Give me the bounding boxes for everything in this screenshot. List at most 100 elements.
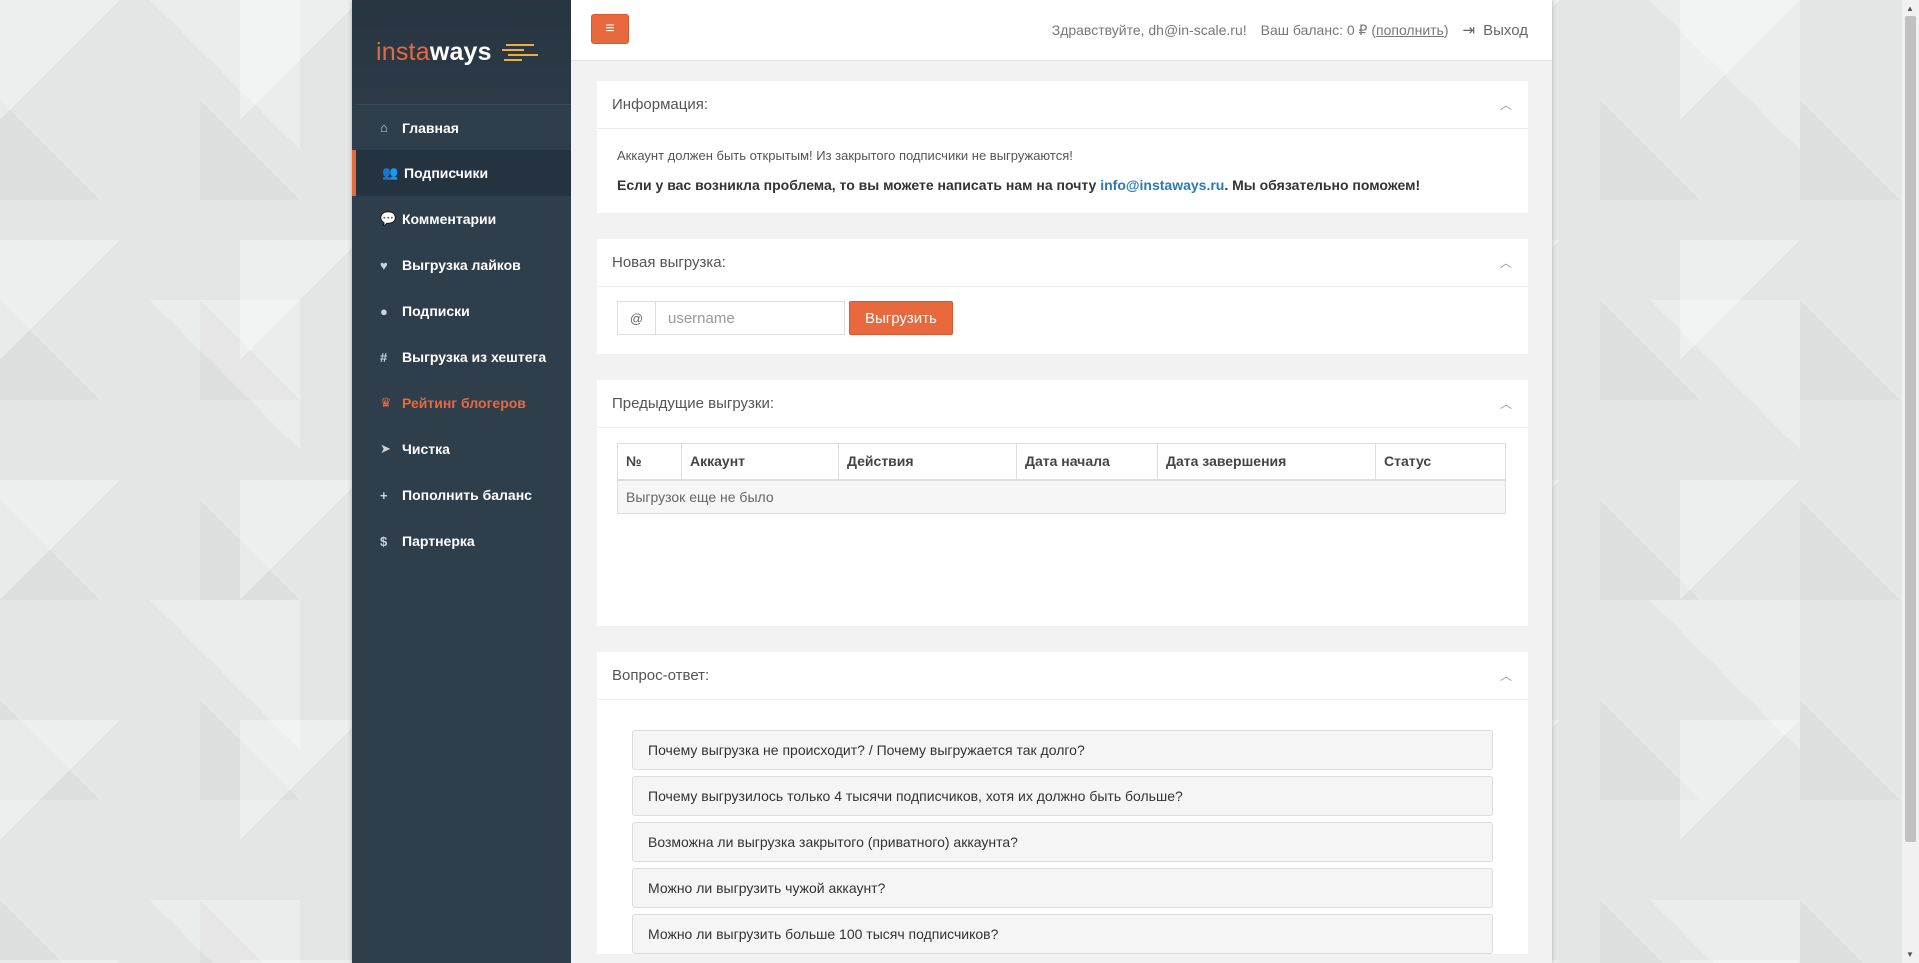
- sign-out-icon: ⇥: [1462, 22, 1476, 39]
- uploads-table: № Аккаунт Действия Дата начала Дата заве…: [617, 443, 1506, 514]
- chevron-up-icon[interactable]: ︿: [1500, 395, 1512, 412]
- sidebar-item-3[interactable]: 💬 Комментарии: [352, 196, 571, 242]
- faq-panel-title: Вопрос-ответ:: [612, 667, 710, 684]
- username-input-group: @: [617, 301, 845, 335]
- scroll-down-arrow-icon[interactable]: ▼: [1906, 950, 1914, 959]
- topup-link[interactable]: пополнить: [1376, 22, 1444, 38]
- heart-icon: ♥: [380, 257, 388, 273]
- info-panel-header[interactable]: Информация: ︿: [597, 81, 1528, 129]
- sidebar-item-6[interactable]: # Выгрузка из хештега: [352, 334, 571, 380]
- logout-label: Выход: [1483, 21, 1528, 39]
- comments-icon: 💬: [380, 211, 397, 226]
- new-upload-panel-header[interactable]: Новая выгрузка: ︿: [597, 239, 1528, 287]
- crown-icon: ♛: [380, 395, 392, 410]
- sidebar-item-label: Партнерка: [402, 533, 475, 549]
- top-header: ≡ Здравствуйте, dh@in-scale.ru! Ваш бала…: [571, 0, 1552, 61]
- sidebar-item-9[interactable]: + Пополнить баланс: [352, 472, 571, 518]
- chevron-up-icon[interactable]: ︿: [1500, 254, 1512, 271]
- info-line-contact: Если у вас возникла проблема, то вы може…: [617, 177, 1508, 193]
- sidebar-nav: ⌂ Главная 👥 Подписчики 💬 Комментарии ♥ Выгрузка…: [352, 104, 571, 564]
- logo-area: insta ways: [352, 0, 571, 104]
- sidebar-item-2[interactable]: 👥 Подписчики: [352, 150, 571, 196]
- chevron-up-icon[interactable]: ︿: [1500, 667, 1512, 684]
- previous-uploads-panel-body: № Аккаунт Действия Дата начала Дата заве…: [597, 428, 1528, 626]
- hashtag-icon: #: [380, 349, 388, 365]
- new-upload-panel-body: @ Выгрузить: [597, 287, 1528, 354]
- username-input[interactable]: [655, 301, 845, 335]
- at-sign-addon: @: [617, 301, 655, 335]
- home-icon: ⌂: [380, 120, 388, 135]
- info-panel-body: Аккаунт должен быть открытым! Из закрыто…: [597, 129, 1528, 213]
- column-header-number[interactable]: №: [617, 443, 682, 481]
- previous-uploads-panel-header[interactable]: Предыдущие выгрузки: ︿: [597, 380, 1528, 428]
- logo-ways-text: ways: [429, 37, 492, 66]
- app-window: insta ways ⌂ Главная 👥 Подписчики 💬 Комментари…: [352, 0, 1552, 963]
- contact-prefix: Если у вас возникла проблема, то вы може…: [617, 177, 1101, 193]
- upload-form: @ Выгрузить: [617, 301, 1508, 335]
- previous-uploads-panel-title: Предыдущие выгрузки:: [612, 395, 775, 412]
- faq-panel: Вопрос-ответ: ︿ Почему выгрузка не проис…: [597, 652, 1528, 954]
- balance-suffix: ): [1443, 21, 1449, 38]
- user-circle-icon: ●: [380, 303, 388, 319]
- header-user-info: Здравствуйте, dh@in-scale.ru! Ваш баланс…: [1051, 21, 1528, 40]
- sidebar-item-label: Чистка: [402, 441, 450, 457]
- chevron-up-icon[interactable]: ︿: [1500, 96, 1512, 113]
- balance-prefix: Ваш баланс: 0 ₽ (: [1260, 21, 1376, 38]
- info-panel-title: Информация:: [612, 96, 709, 113]
- main-content: Информация: ︿ Аккаунт должен быть открыт…: [597, 81, 1528, 963]
- sidebar-item-label: Подписки: [402, 303, 470, 319]
- sidebar-item-label: Выгрузка лайков: [402, 257, 521, 273]
- column-header-start-date[interactable]: Дата начала: [1016, 443, 1158, 481]
- table-row-empty: Выгрузок еще не было: [617, 479, 1506, 514]
- new-upload-panel-title: Новая выгрузка:: [612, 254, 726, 271]
- faq-list: Почему выгрузка не происходит? / Почему …: [597, 700, 1528, 954]
- sidebar-item-label: Рейтинг блогеров: [402, 395, 526, 411]
- upload-button[interactable]: Выгрузить: [849, 301, 953, 335]
- sidebar-item-label: Комментарии: [402, 211, 497, 227]
- faq-item[interactable]: Почему выгрузилось только 4 тысячи подпи…: [632, 776, 1493, 816]
- table-header-row: № Аккаунт Действия Дата начала Дата заве…: [617, 443, 1506, 481]
- info-panel: Информация: ︿ Аккаунт должен быть открыт…: [597, 81, 1528, 213]
- sidebar-item-label: Главная: [402, 119, 459, 136]
- column-header-status[interactable]: Статус: [1375, 443, 1506, 481]
- contact-suffix: . Мы обязательно поможем!: [1224, 177, 1421, 193]
- users-icon: 👥: [382, 165, 399, 180]
- rocket-icon: ➤: [380, 441, 391, 456]
- plus-icon: +: [380, 487, 388, 503]
- sidebar-item-5[interactable]: ● Подписки: [352, 288, 571, 334]
- faq-item[interactable]: Почему выгрузка не происходит? / Почему …: [632, 730, 1493, 770]
- faq-item[interactable]: Возможна ли выгрузка закрытого (приватно…: [632, 822, 1493, 862]
- previous-uploads-panel: Предыдущие выгрузки: ︿ № Аккаунт Действи…: [597, 380, 1528, 626]
- sidebar-item-4[interactable]: ♥ Выгрузка лайков: [352, 242, 571, 288]
- scrollbar-thumb[interactable]: [1905, 16, 1916, 842]
- new-upload-panel: Новая выгрузка: ︿ @ Выгрузить: [597, 239, 1528, 354]
- sidebar-item-1[interactable]: ⌂ Главная: [352, 104, 571, 150]
- scroll-up-arrow-icon[interactable]: ▲: [1906, 4, 1914, 13]
- dollar-icon: $: [380, 533, 388, 549]
- sidebar-item-7[interactable]: ♛ Рейтинг блогеров: [352, 380, 571, 426]
- sidebar: insta ways ⌂ Главная 👥 Подписчики 💬 Комментари…: [352, 0, 571, 963]
- page-scrollbar[interactable]: ▲ ▼: [1902, 0, 1919, 963]
- faq-panel-header[interactable]: Вопрос-ответ: ︿: [597, 652, 1528, 700]
- logo-insta-text: insta: [376, 37, 430, 66]
- greeting-text: Здравствуйте, dh@in-scale.ru!: [1051, 22, 1247, 38]
- column-header-account[interactable]: Аккаунт: [681, 443, 839, 481]
- sidebar-item-label: Выгрузка из хештега: [402, 349, 547, 365]
- sidebar-item-label: Пополнить баланс: [402, 487, 532, 503]
- menu-toggle-button[interactable]: ≡: [591, 14, 629, 44]
- hamburger-icon: ≡: [605, 20, 615, 37]
- support-email-link[interactable]: info@instaways.ru: [1100, 177, 1224, 193]
- info-line-private-warning: Аккаунт должен быть открытым! Из закрыто…: [617, 148, 1073, 163]
- faq-item[interactable]: Можно ли выгрузить чужой аккаунт?: [632, 868, 1493, 908]
- balance-text: Ваш баланс: 0 ₽ (пополнить): [1261, 22, 1449, 39]
- instaways-logo[interactable]: insta ways: [376, 38, 538, 67]
- column-header-actions[interactable]: Действия: [838, 443, 1017, 481]
- empty-table-message: Выгрузок еще не было: [617, 479, 1506, 514]
- sidebar-item-10[interactable]: $ Партнерка: [352, 518, 571, 564]
- faq-item[interactable]: Можно ли выгрузить больше 100 тысяч подп…: [632, 914, 1493, 954]
- logout-link[interactable]: ⇥ Выход: [1462, 21, 1528, 40]
- sidebar-item-label: Подписчики: [404, 165, 489, 181]
- logo-speed-lines-icon: [501, 43, 538, 61]
- column-header-end-date[interactable]: Дата завершения: [1157, 443, 1376, 481]
- sidebar-item-8[interactable]: ➤ Чистка: [352, 426, 571, 472]
